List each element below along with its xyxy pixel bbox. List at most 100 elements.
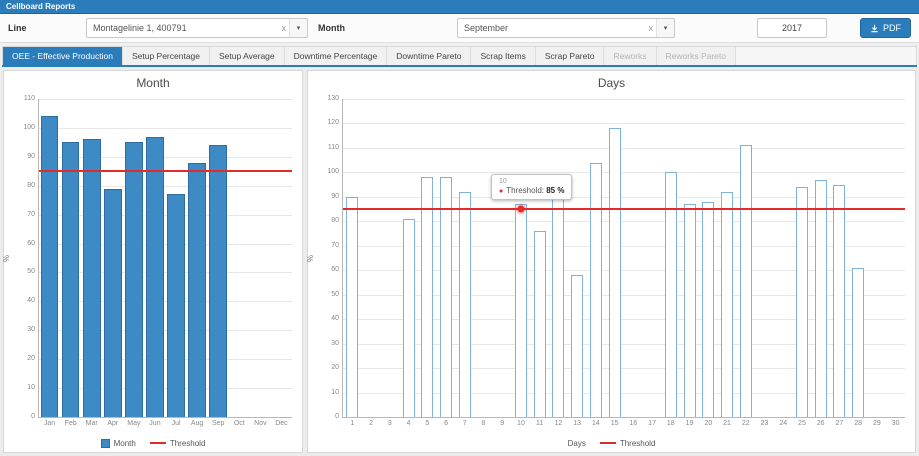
bar[interactable] (683, 204, 696, 417)
x-tick-label: 3 (387, 420, 392, 427)
bar[interactable] (61, 142, 80, 417)
x-tick-label: Mar (85, 420, 98, 427)
filter-bar: Line Montagelinie 1, 400791 x ▾ Month Se… (0, 14, 919, 43)
tab-setup-percentage[interactable]: Setup Percentage (122, 47, 211, 65)
y-tick-label: 0 (335, 413, 339, 420)
bar[interactable] (702, 201, 715, 417)
month-combobox[interactable]: September x ▾ (457, 18, 675, 38)
y-tick-label: 90 (27, 152, 35, 160)
legend-line-swatch (599, 442, 616, 444)
legend-item-threshold[interactable]: Threshold (599, 438, 656, 448)
y-tick-label: 120 (327, 119, 339, 127)
tab-scrap-items[interactable]: Scrap Items (471, 47, 536, 65)
chart-title: Days (597, 76, 626, 90)
y-tick-label: 40 (331, 315, 339, 323)
y-tick-label: 0 (31, 413, 35, 420)
year-input[interactable]: 2017 (757, 18, 827, 38)
legend-label: Threshold (169, 438, 206, 448)
bar[interactable] (40, 116, 59, 417)
x-tick-label: Jan (43, 420, 56, 427)
x-tick-label: 23 (760, 420, 769, 427)
chart-body: 0 10 20 30 40 50 60 70 80 90 100 110 Jan Feb Mar Apr May… (10, 95, 296, 432)
tab-downtime-pareto[interactable]: Downtime Pareto (387, 47, 472, 65)
y-tick-label: 110 (23, 95, 35, 102)
bar[interactable] (82, 139, 101, 417)
x-tick-label: 18 (666, 420, 675, 427)
bar[interactable] (125, 142, 143, 417)
legend-line-swatch (149, 442, 166, 444)
tab-strip: OEE - Effective Production Setup Percenta… (2, 46, 917, 65)
x-tick-label: 4 (406, 420, 411, 427)
chevron-down-icon[interactable]: ▾ (289, 19, 307, 37)
x-tick-label: 20 (704, 420, 713, 427)
bar[interactable] (209, 145, 228, 417)
bar[interactable] (533, 231, 546, 417)
chart-body: 0 10 20 30 40 50 60 70 80 90 100 110 120 130 1 2 3 4 5 6 7 8 9… (314, 95, 909, 432)
bar[interactable] (795, 187, 808, 417)
bar[interactable] (814, 179, 827, 417)
x-tick-label: 13 (573, 420, 582, 427)
tab-setup-average[interactable]: Setup Average (210, 47, 285, 65)
bar[interactable] (589, 162, 602, 417)
bar[interactable] (402, 218, 415, 417)
gridline (343, 123, 905, 125)
bar[interactable] (188, 162, 206, 417)
month-combobox-value: September (464, 23, 509, 33)
chevron-down-icon[interactable]: ▾ (656, 19, 674, 37)
y-tick-label: 100 (23, 123, 35, 131)
bar[interactable] (103, 188, 122, 417)
x-tick-label: 9 (500, 420, 505, 427)
bar[interactable] (167, 194, 185, 417)
bar[interactable] (552, 182, 565, 417)
legend-label: Threshold (619, 438, 656, 448)
bar[interactable] (852, 267, 865, 417)
y-tick-label: 30 (331, 339, 339, 347)
bar[interactable] (440, 177, 453, 417)
x-tick-label: 16 (629, 420, 638, 427)
gridline (39, 127, 292, 129)
x-tick-label: Feb (64, 420, 77, 427)
y-tick-label: 40 (27, 297, 35, 305)
x-tick-label: Jun (149, 420, 161, 427)
x-tick-label: 1 (350, 420, 355, 427)
x-tick-label: 19 (685, 420, 694, 427)
tab-oee-effective-production[interactable]: OEE - Effective Production (3, 47, 123, 65)
gridline (343, 99, 905, 100)
x-tick-label: 29 (872, 420, 881, 427)
line-combobox[interactable]: Montagelinie 1, 400791 x ▾ (86, 18, 308, 38)
x-tick-label: Jul (171, 420, 181, 427)
pdf-button[interactable]: PDF (860, 18, 911, 38)
bar[interactable] (571, 275, 584, 417)
bar[interactable] (458, 191, 471, 417)
clear-icon[interactable]: x (646, 23, 657, 33)
tab-reworks-pareto: Reworks Pareto (656, 47, 736, 65)
tab-strip-wrapper: OEE - Effective Production Setup Percenta… (2, 46, 917, 67)
bar[interactable] (514, 204, 527, 417)
x-tick-label: 15 (610, 420, 619, 427)
app-title: Cellboard Reports (6, 2, 76, 11)
bar[interactable] (833, 184, 846, 417)
bar[interactable] (146, 136, 164, 417)
threshold-marker[interactable] (517, 205, 525, 213)
gridline (343, 172, 905, 174)
bar[interactable] (721, 191, 734, 417)
tab-scrap-pareto[interactable]: Scrap Pareto (535, 47, 605, 65)
bar[interactable] (346, 196, 359, 417)
bar[interactable] (608, 128, 621, 417)
y-tick-label: 80 (27, 181, 35, 189)
tooltip-value-row: ● Threshold: 85 % (499, 186, 565, 195)
clear-icon[interactable]: x (279, 23, 290, 33)
tooltip-series-label: Threshold: (506, 186, 547, 196)
tab-downtime-percentage[interactable]: Downtime Percentage (284, 47, 388, 65)
bar[interactable] (739, 145, 752, 417)
download-icon (871, 24, 878, 32)
chart-title: Month (136, 76, 170, 90)
x-tick-label: Aug (190, 420, 204, 427)
y-tick-label: 60 (27, 239, 35, 247)
bar[interactable] (421, 177, 434, 417)
tab-reworks: Reworks (604, 47, 657, 65)
legend-item-month[interactable]: Month (100, 438, 136, 448)
legend-item-threshold[interactable]: Threshold (149, 438, 206, 448)
x-tick-label: 12 (554, 420, 563, 427)
x-tick-label: 8 (481, 420, 486, 427)
